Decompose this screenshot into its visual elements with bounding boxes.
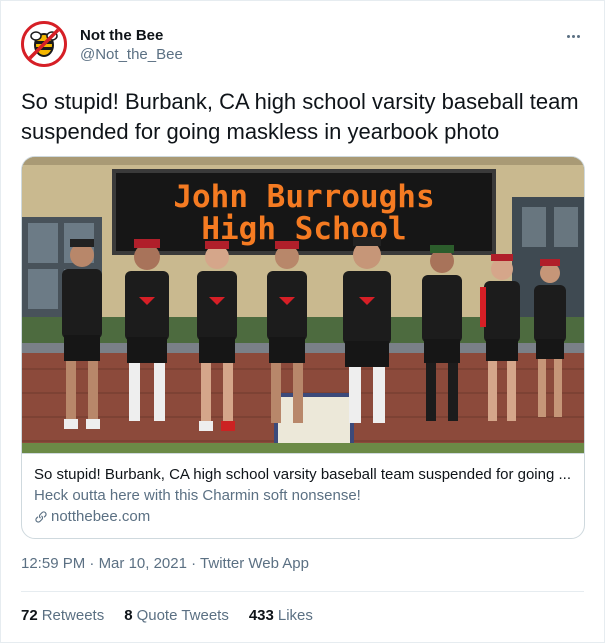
not-the-bee-logo-icon [24,24,64,64]
more-dot [571,34,575,38]
tweet-text: So stupid! Burbank, CA high school varsi… [21,89,579,144]
quote-tweets-count: 8 [124,607,133,624]
team-photo: John Burroughs High School [22,157,584,453]
card-title[interactable]: So stupid! Burbank, CA high school varsi… [34,464,572,485]
tweet-date[interactable]: Mar 10, 2021 [99,555,187,572]
tweet-time[interactable]: 12:59 PM [21,555,85,572]
tweet-meta: 12:59 PM · Mar 10, 2021 · Twitter Web Ap… [21,554,309,574]
likes-label: Likes [277,607,313,624]
quote-tweets-stat[interactable]: 8 Quote Tweets [124,606,229,626]
tweet-stats: 72 Retweets 8 Quote Tweets 433 Likes [21,606,313,626]
card-domain-text: notthebee.com [51,508,151,525]
display-name[interactable]: Not the Bee [80,26,183,45]
divider [21,591,584,592]
card-image: John Burroughs High School [22,157,584,453]
likes-count: 433 [248,607,274,624]
retweets-stat[interactable]: 72 Retweets [21,606,104,626]
meta-separator: · [89,555,95,572]
account-names: Not the Bee @Not_the_Bee [80,26,183,64]
retweets-label: Retweets [41,607,105,624]
card-body: So stupid! Burbank, CA high school varsi… [22,453,584,527]
meta-separator: · [191,555,197,572]
quote-tweets-label: Quote Tweets [136,607,229,624]
tweet-container: Not the Bee @Not_the_Bee So stupid! Burb… [0,0,605,643]
more-options-icon[interactable] [562,27,584,45]
retweets-count: 72 [21,607,38,624]
card-description: Heck outta here with this Charmin soft n… [34,487,361,504]
likes-stat[interactable]: 433 Likes [249,606,313,626]
link-card[interactable]: John Burroughs High School So stupid! Bu… [21,156,585,539]
card-domain[interactable]: notthebee.com [34,506,572,527]
more-dot [566,34,570,38]
more-dot [576,34,580,38]
tweet-source-app[interactable]: Twitter Web App [200,555,309,572]
link-icon [35,510,47,523]
account-handle[interactable]: @Not_the_Bee [80,45,183,64]
avatar[interactable] [21,21,67,67]
sign-line-1: John Burroughs [173,179,434,215]
tweet-header: Not the Bee @Not_the_Bee [21,19,584,71]
